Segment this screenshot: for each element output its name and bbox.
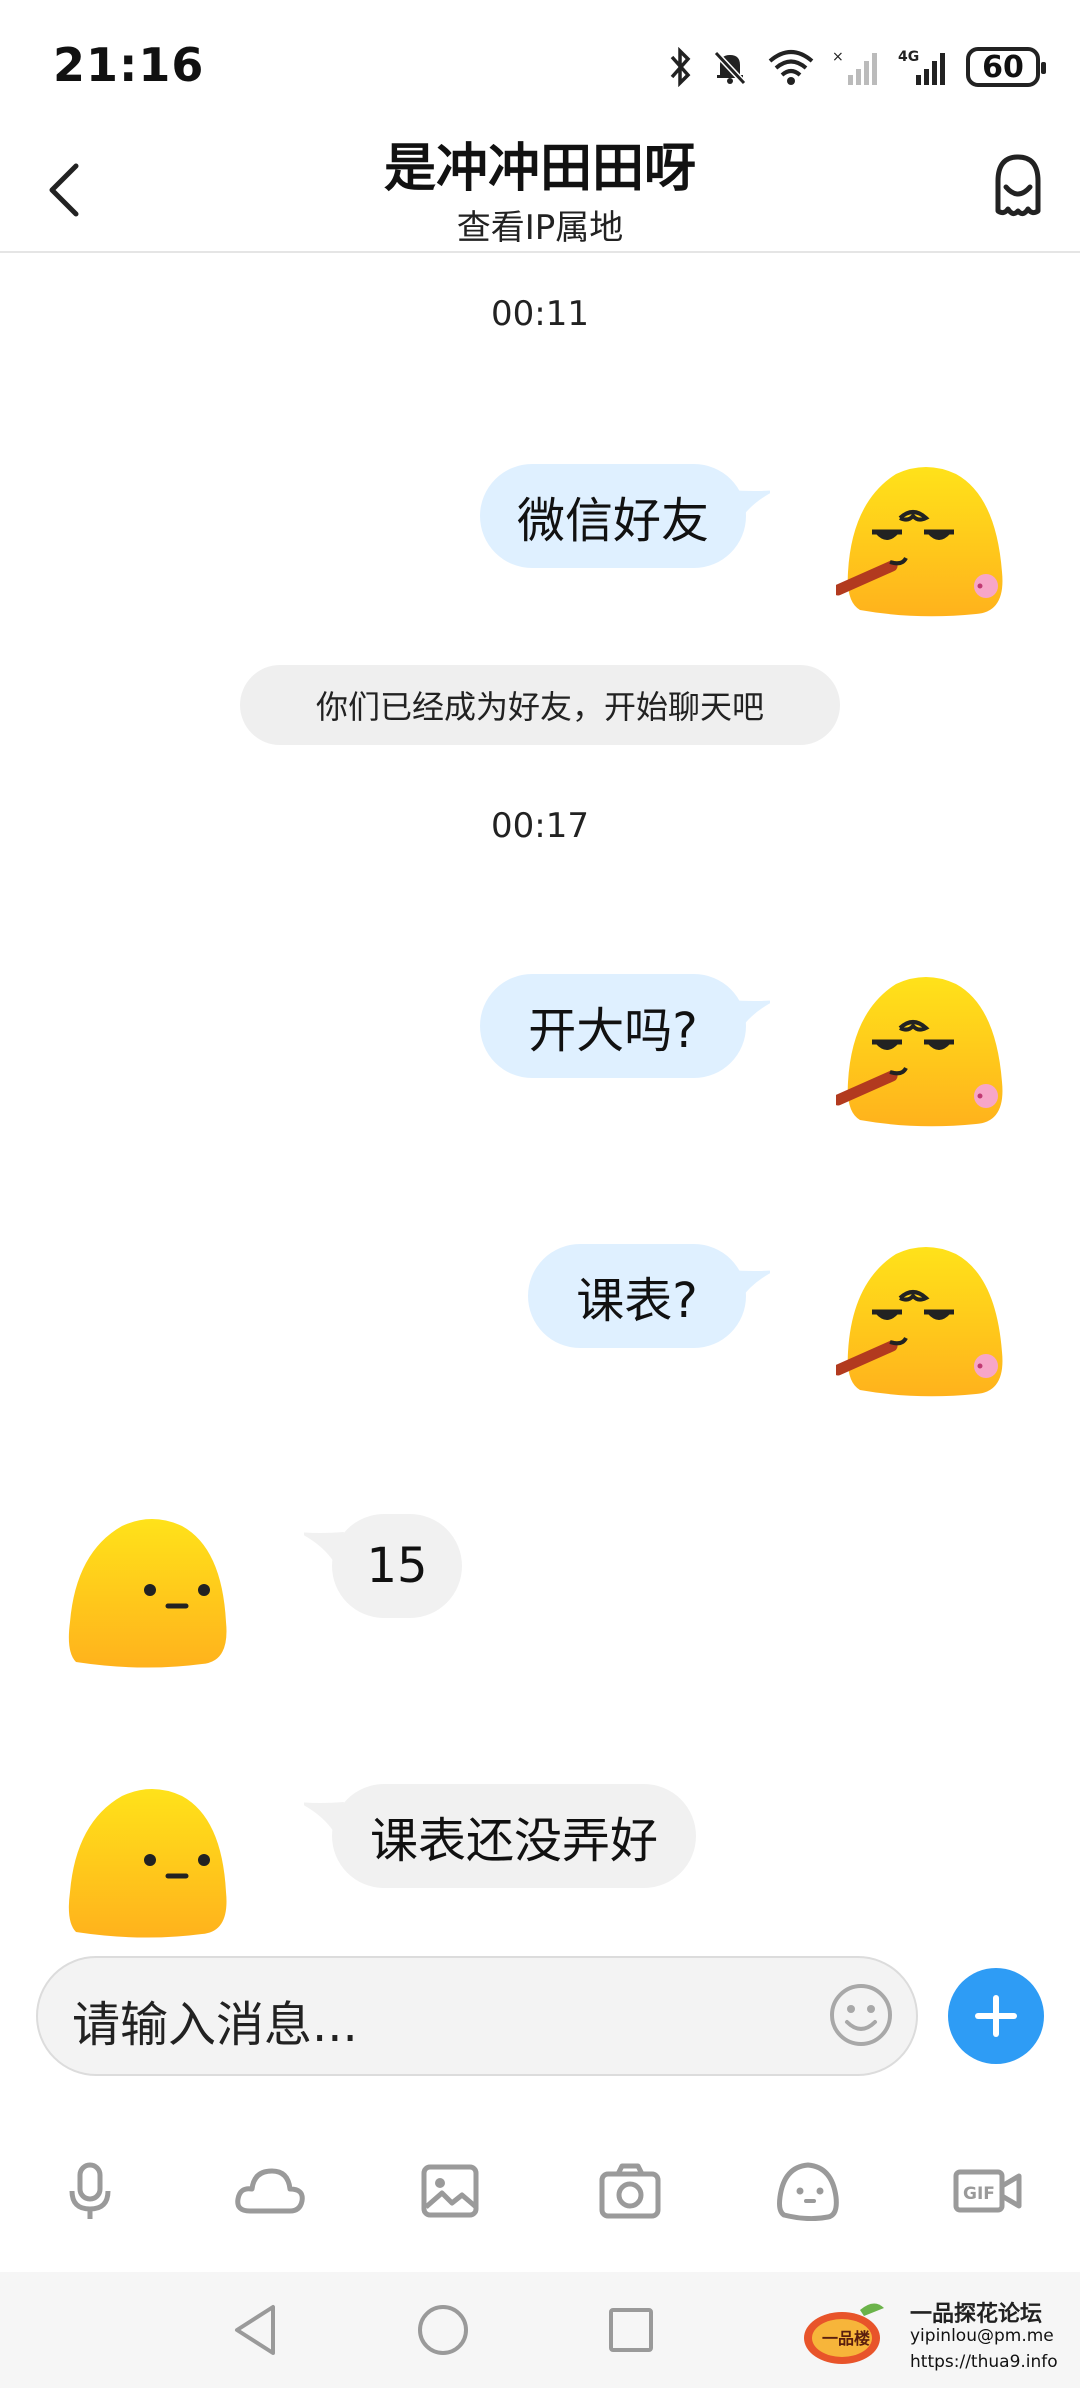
camera-button[interactable] — [594, 2155, 666, 2227]
camera-icon — [599, 2163, 661, 2219]
sticker-button[interactable] — [772, 2155, 844, 2227]
plus-icon — [975, 1995, 1017, 2037]
watermark-email: yipinlou@pm.me — [910, 2326, 1054, 2346]
message-text: 开大吗? — [528, 1003, 698, 1059]
bubble-tail — [730, 490, 770, 520]
image-icon — [421, 2164, 479, 2218]
outgoing-message[interactable]: 开大吗? — [480, 974, 746, 1078]
signal-off-icon: × — [832, 49, 877, 85]
circle-home-icon — [418, 2305, 468, 2355]
watermark-title: 一品探花论坛 — [910, 2302, 1043, 2327]
triangle-back-icon — [235, 2305, 275, 2355]
my-avatar[interactable] — [836, 972, 1006, 1132]
incoming-message[interactable]: 15 — [332, 1514, 462, 1618]
emoji-button[interactable] — [828, 1982, 894, 2048]
my-avatar[interactable] — [836, 1242, 1006, 1402]
wifi-icon — [768, 50, 814, 85]
bubble-tail — [730, 1000, 770, 1030]
battery-indicator: 60 — [966, 47, 1046, 87]
message-text: 15 — [366, 1538, 428, 1594]
header-divider — [0, 251, 1080, 253]
nav-home-button[interactable] — [413, 2300, 473, 2360]
status-time: 21:16 — [53, 38, 205, 92]
watermark-url: https://thua9.info — [910, 2352, 1058, 2372]
chat-title: 是冲冲田田呀 — [383, 139, 696, 199]
profile-button[interactable] — [982, 146, 1054, 226]
contact-avatar[interactable] — [62, 1512, 232, 1672]
image-button[interactable] — [414, 2155, 486, 2227]
outgoing-message[interactable]: 课表? — [528, 1244, 746, 1348]
message-input-placeholder: 请输入消息... — [72, 1997, 358, 2053]
voice-button[interactable] — [54, 2155, 126, 2227]
my-avatar[interactable] — [836, 462, 1006, 622]
profile-icon — [995, 154, 1041, 217]
svg-text:GIF: GIF — [963, 2184, 995, 2204]
bell-muted-icon — [713, 50, 747, 86]
incoming-message[interactable]: 课表还没弄好 — [332, 1784, 696, 1888]
bubble-tail — [730, 1270, 770, 1300]
view-ip-location-link[interactable]: 查看IP属地 — [0, 200, 1080, 249]
nav-back-button[interactable] — [226, 2300, 286, 2360]
svg-text:一品楼: 一品楼 — [822, 2329, 870, 2348]
watermark-logo: 一品楼 — [804, 2303, 884, 2364]
message-text: 课表? — [576, 1273, 698, 1329]
more-button[interactable] — [948, 1968, 1044, 2064]
cloud-button[interactable] — [234, 2155, 306, 2227]
timestamp: 00:11 — [491, 294, 589, 334]
message-text: 课表还没弄好 — [369, 1813, 658, 1869]
mic-icon — [69, 2162, 111, 2219]
svg-text:4G: 4G — [898, 49, 919, 65]
contact-avatar[interactable] — [62, 1782, 232, 1942]
bluetooth-icon — [670, 47, 691, 87]
square-recents-icon — [609, 2308, 653, 2352]
sticker-icon — [777, 2162, 839, 2221]
gif-button[interactable]: GIF — [952, 2155, 1024, 2227]
outgoing-message[interactable]: 微信好友 — [480, 464, 746, 568]
nav-recents-button[interactable] — [601, 2300, 661, 2360]
gif-icon: GIF — [953, 2169, 1022, 2213]
cloud-icon — [235, 2168, 305, 2214]
message-text: 微信好友 — [516, 493, 709, 549]
status-icons: × 4G 60 — [668, 42, 1046, 92]
timestamp: 00:17 — [491, 806, 589, 846]
svg-text:×: × — [832, 49, 844, 65]
signal-4g-icon: 4G — [898, 49, 945, 85]
system-message: 你们已经成为好友，开始聊天吧 — [240, 665, 840, 745]
